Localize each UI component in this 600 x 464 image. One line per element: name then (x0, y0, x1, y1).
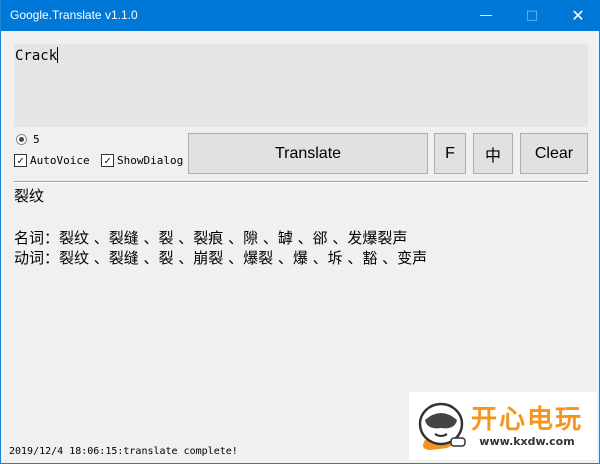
clear-button[interactable]: Clear (520, 133, 588, 174)
maximize-button[interactable]: □ (509, 0, 555, 31)
close-button[interactable]: ✕ (555, 0, 600, 31)
watermark-logo: 开心电玩 www.kxdw.com (409, 392, 597, 460)
chinese-button[interactable]: 中 (473, 133, 513, 174)
voice-radio[interactable]: 5 (16, 133, 40, 146)
f-button[interactable]: F (434, 133, 466, 174)
window-title: Google.Translate v1.1.0 (10, 8, 138, 22)
text-caret (57, 47, 59, 63)
autovoice-checkbox[interactable]: ✓ AutoVoice (14, 154, 90, 167)
showdialog-label: ShowDialog (117, 154, 184, 167)
autovoice-label: AutoVoice (30, 154, 90, 167)
result-noun: 名词：裂纹 、裂缝 、裂 、裂痕 、隙 、罅 、郤 、发爆裂声 (14, 229, 408, 247)
source-text-input[interactable]: Crack (14, 44, 588, 127)
title-bar: Google.Translate v1.1.0 — □ ✕ (1, 0, 600, 31)
translate-button[interactable]: Translate (188, 133, 428, 174)
minimize-button[interactable]: — (463, 0, 509, 31)
mascot-icon (418, 402, 466, 450)
radio-label: 5 (33, 133, 40, 146)
status-text: 2019/12/4 18:06:15:translate complete! (9, 446, 238, 457)
result-main: 裂纹 (14, 187, 45, 205)
watermark-url: www.kxdw.com (479, 434, 575, 448)
checkbox-checked-icon: ✓ (14, 154, 27, 167)
showdialog-checkbox[interactable]: ✓ ShowDialog (101, 154, 183, 167)
watermark-name: 开心电玩 (471, 404, 584, 435)
divider (14, 181, 588, 183)
radio-icon (16, 134, 27, 145)
checkbox-checked-icon: ✓ (101, 154, 114, 167)
app-window: Google.Translate v1.1.0 — □ ✕ Crack 5 ✓ … (0, 0, 600, 464)
result-verb: 动词：裂纹 、裂缝 、裂 、崩裂 、爆裂 、爆 、坼 、豁 、变声 (14, 249, 428, 267)
source-text-value: Crack (15, 48, 58, 64)
